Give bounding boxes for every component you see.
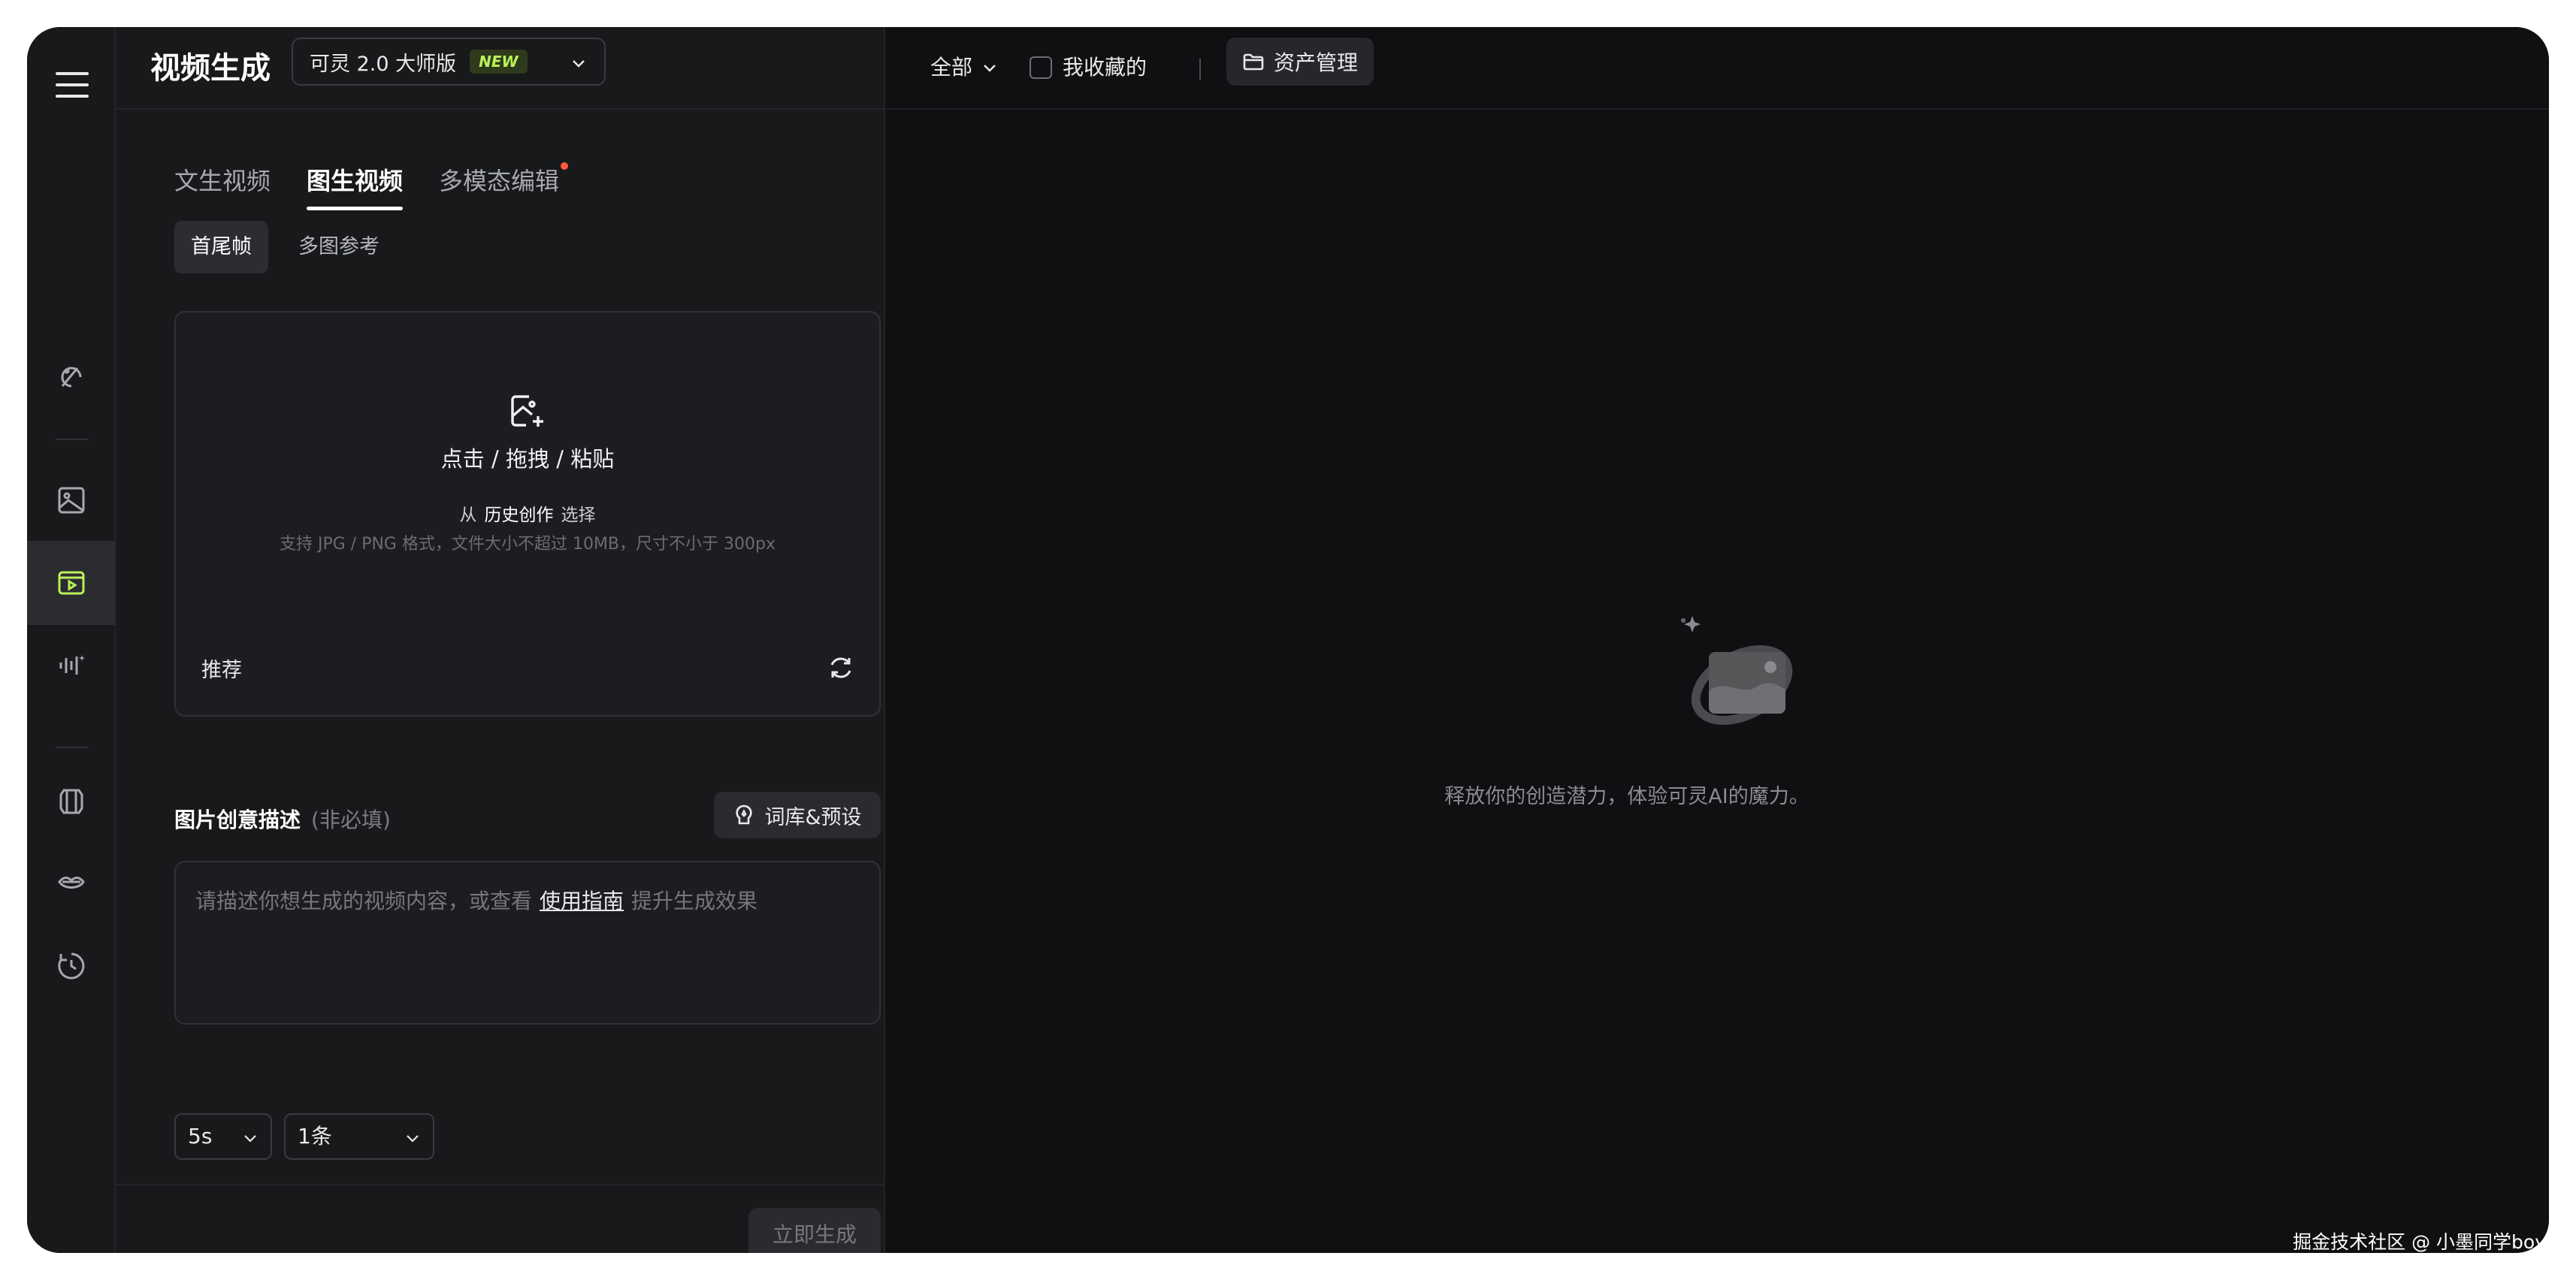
favorites-label: 我收藏的 [1063,55,1147,80]
lip-sync-icon[interactable] [27,841,116,925]
optional-hint: (非必填) [311,808,391,832]
audio-icon[interactable] [27,623,116,708]
model-select[interactable]: 可灵 2.0 大师版 NEW [292,38,606,86]
mode-tabs: 文生视频 图生视频 多模态编辑 [174,162,569,210]
app-window: 视频生成 可灵 2.0 大师版 NEW 文生视频 图生视频 多模态编辑 首尾帧 … [27,27,2549,1253]
filter-select[interactable]: 全部 [930,50,998,86]
chevron-down-icon [407,1135,419,1143]
generation-panel: 视频生成 可灵 2.0 大师版 NEW 文生视频 图生视频 多模态编辑 首尾帧 … [116,27,885,1253]
chevron-down-icon [984,65,996,72]
prompt-textarea[interactable]: 请描述你想生成的视频内容，或查看 使用指南 提升生成效果 [174,861,881,1025]
video-icon[interactable] [27,541,116,625]
favorites-toggle[interactable]: 我收藏的 [1029,50,1147,86]
folder-icon [1243,53,1264,71]
prompt-label-text: 图片创意描述 [174,808,301,832]
prompt-label: 图片创意描述 (非必填) [174,804,391,834]
tab-image-to-video[interactable]: 图生视频 [307,162,404,210]
history-icon[interactable] [27,924,116,1008]
tab-label: 多模态编辑 [439,167,560,195]
image-upload-area[interactable]: 点击 / 拖拽 / 粘贴 从历史创作 选择 支持 JPG / PNG 格式，文件大… [174,311,881,717]
upload-format-hint: 支持 JPG / PNG 格式，文件大小不超过 10MB，尺寸不小于 300px [280,535,776,554]
icon-rail [27,27,116,1253]
rail-divider [56,747,89,748]
upload-history-line: 从历史创作 选择 [176,500,879,526]
from-text: 从 [459,506,477,525]
page-title: 视频生成 [150,51,271,86]
refresh-icon[interactable] [827,654,855,682]
duration-select[interactable]: 5s [174,1113,272,1160]
chevron-down-icon [573,60,585,68]
count-value: 1条 [298,1124,332,1149]
bulb-icon [736,805,753,825]
subtab-first-last-frame[interactable]: 首尾帧 [174,221,268,273]
history-link[interactable]: 历史创作 [485,506,554,525]
panel-header: 视频生成 可灵 2.0 大师版 NEW [116,27,885,110]
character-icon[interactable] [27,759,116,843]
guide-link[interactable]: 使用指南 [540,889,624,913]
tab-text-to-video[interactable]: 文生视频 [174,162,271,210]
subtab-multi-image-reference[interactable]: 多图参考 [282,221,396,273]
chevron-down-icon [244,1135,256,1143]
asset-management-button[interactable]: 资产管理 [1226,38,1374,86]
tab-multimodal-edit[interactable]: 多模态编辑 [439,162,569,210]
favorites-checkbox[interactable] [1029,56,1052,79]
empty-state-message: 释放你的创造潜力，体验可灵AI的魔力。 [1444,785,1810,808]
library-preset-label: 词库&预设 [764,805,862,829]
menu-icon[interactable] [56,72,89,98]
new-badge: NEW [470,50,528,74]
choose-text: 选择 [561,506,596,525]
recommend-label: 推荐 [201,659,242,682]
model-label: 可灵 2.0 大师版 [310,52,457,76]
results-toolbar: 全部 我收藏的 资产管理 [885,27,2549,110]
library-preset-button[interactable]: 词库&预设 [714,792,881,838]
prompt-placeholder-end: 提升生成效果 [631,889,758,913]
rail-divider [56,439,89,440]
ai-creative-icon[interactable] [27,335,116,419]
image-icon[interactable] [27,458,116,542]
duration-value: 5s [188,1124,213,1149]
frame-subtabs: 首尾帧 多图参考 [174,221,396,273]
upload-instruction: 点击 / 拖拽 / 粘贴 [440,446,615,472]
count-select[interactable]: 1条 [284,1113,434,1160]
results-area: 全部 我收藏的 资产管理 释放你的创造潜力，体验可灵AI的魔力。 [885,27,2549,1253]
asset-management-label: 资产管理 [1273,50,1358,75]
toolbar-divider [1199,59,1201,80]
empty-state-illustration [1681,616,1793,725]
prompt-placeholder-start: 请描述你想生成的视频内容，或查看 [195,889,533,913]
filter-label: 全部 [930,55,973,80]
add-image-icon [511,395,543,427]
generate-button[interactable]: 立即生成 [748,1208,881,1253]
watermark: 掘金技术社区 @ 小墨同学boy [2293,1231,2546,1253]
notification-dot [561,162,569,170]
